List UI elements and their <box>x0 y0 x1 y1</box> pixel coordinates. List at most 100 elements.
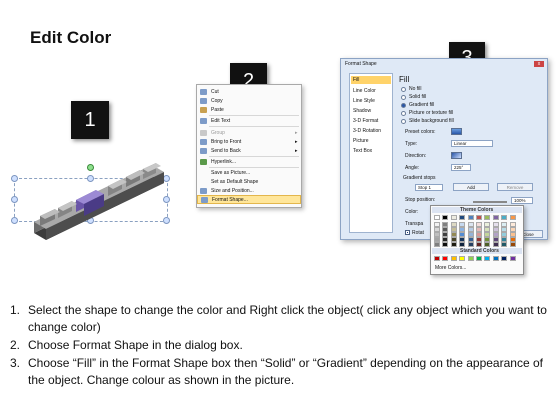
copy-icon <box>200 97 207 104</box>
selection-handle[interactable] <box>87 175 94 182</box>
group-icon <box>200 129 207 136</box>
step-number: 2. <box>10 338 21 352</box>
theme-shade-swatch[interactable] <box>459 242 466 247</box>
nav-item-fill[interactable]: Fill <box>353 77 359 83</box>
selection-handle[interactable] <box>163 217 170 224</box>
context-menu-item-set-default-shape[interactable]: Set as Default Shape <box>197 177 301 186</box>
selection-handle[interactable] <box>11 217 18 224</box>
context-menu-item-paste[interactable]: Paste <box>197 105 301 114</box>
radio-button[interactable] <box>401 94 406 100</box>
radio-button[interactable] <box>401 102 406 108</box>
radio-button[interactable] <box>401 110 406 116</box>
menu-item-label: Copy <box>211 97 223 104</box>
gradient-stops-label: Gradient stops <box>403 175 436 181</box>
menu-item-label: Save as Picture... <box>211 169 251 176</box>
rotate-with-shape-checkbox[interactable] <box>405 230 410 235</box>
standard-color-swatch[interactable] <box>509 256 516 261</box>
panel-heading: Fill <box>399 75 410 84</box>
nav-item-shadow[interactable]: Shadow <box>353 108 371 114</box>
theme-shade-swatch[interactable] <box>434 242 440 247</box>
context-menu-item-send-to-back[interactable]: Send to Back ▸ <box>197 146 301 155</box>
context-menu-item-cut[interactable]: Cut <box>197 87 301 96</box>
context-menu-item-save-as-picture[interactable]: Save as Picture... <box>197 168 301 177</box>
standard-color-swatch[interactable] <box>450 256 457 261</box>
clipboard-icon <box>200 106 207 113</box>
nav-item-picture[interactable]: Picture <box>353 138 369 144</box>
rotation-handle[interactable] <box>87 164 94 171</box>
stop-position-input[interactable]: 100% <box>511 197 533 204</box>
remove-stop-button[interactable]: Remove <box>497 183 533 191</box>
theme-color-swatch[interactable] <box>459 215 466 220</box>
standard-color-swatch[interactable] <box>476 256 482 261</box>
theme-color-swatch[interactable] <box>509 215 516 220</box>
theme-color-swatch[interactable] <box>476 215 482 220</box>
nav-item-3d-format[interactable]: 3-D Format <box>353 118 378 124</box>
standard-color-swatch[interactable] <box>484 256 491 261</box>
theme-shade-swatch[interactable] <box>484 242 491 247</box>
theme-color-swatch[interactable] <box>467 215 474 220</box>
nav-item-line-style[interactable]: Line Style <box>353 98 375 104</box>
theme-shade-swatch[interactable] <box>442 242 449 247</box>
selection-handle[interactable] <box>163 175 170 182</box>
context-menu-item-copy[interactable]: Copy <box>197 96 301 105</box>
context-menu-item-edit-text[interactable]: Edit Text <box>197 116 301 125</box>
scissors-icon <box>200 88 207 95</box>
nav-item-3d-rotation[interactable]: 3-D Rotation <box>353 128 381 134</box>
direction-button[interactable] <box>451 152 462 159</box>
globe-link-icon <box>200 158 207 165</box>
radio-slide-background-fill[interactable]: Slide background fill <box>401 118 454 124</box>
selection-handle[interactable] <box>163 196 170 203</box>
selection-box[interactable] <box>14 178 168 222</box>
theme-shade-swatch[interactable] <box>476 242 482 247</box>
radio-gradient-fill[interactable]: Gradient fill <box>401 102 434 108</box>
stop-select[interactable]: Stop 1 <box>415 184 443 191</box>
page-title: Edit Color <box>30 28 112 47</box>
stop-position-slider[interactable] <box>473 201 507 203</box>
standard-color-swatch[interactable] <box>442 256 449 261</box>
theme-color-swatch[interactable] <box>501 215 508 220</box>
selection-handle[interactable] <box>87 217 94 224</box>
selection-handle[interactable] <box>11 196 18 203</box>
theme-shade-swatch[interactable] <box>467 242 474 247</box>
standard-color-swatch[interactable] <box>459 256 466 261</box>
standard-color-swatch[interactable] <box>492 256 499 261</box>
radio-button[interactable] <box>401 118 406 124</box>
radio-button[interactable] <box>401 86 406 92</box>
standard-color-swatch[interactable] <box>467 256 474 261</box>
radio-no-fill[interactable]: No fill <box>401 86 422 92</box>
theme-color-swatch[interactable] <box>434 215 440 220</box>
theme-shade-swatch[interactable] <box>492 242 499 247</box>
context-menu-item-bring-to-front[interactable]: Bring to Front ▸ <box>197 137 301 146</box>
theme-shade-swatch[interactable] <box>450 242 457 247</box>
send-to-back-icon <box>200 147 207 154</box>
nav-item-text-box[interactable]: Text Box <box>353 148 372 154</box>
nav-item-line-color[interactable]: Line Color <box>353 88 376 94</box>
close-icon[interactable]: x <box>534 61 544 67</box>
angle-input[interactable]: 225° <box>451 164 471 171</box>
standard-color-swatch[interactable] <box>434 256 440 261</box>
radio-picture-fill[interactable]: Picture or texture fill <box>401 110 453 116</box>
context-menu-item-format-shape[interactable]: Format Shape... <box>197 195 301 204</box>
more-colors-link[interactable]: More Colors... <box>435 265 466 271</box>
preset-colors-button[interactable] <box>451 128 462 135</box>
menu-item-label: Send to Back <box>211 147 241 154</box>
theme-color-swatch[interactable] <box>442 215 449 220</box>
submenu-arrow-icon: ▸ <box>295 129 298 136</box>
theme-color-swatch[interactable] <box>450 215 457 220</box>
theme-color-swatch[interactable] <box>492 215 499 220</box>
context-menu-item-hyperlink[interactable]: Hyperlink... <box>197 157 301 166</box>
dialog-nav: Fill Line Color Line Style Shadow 3-D Fo… <box>349 73 393 233</box>
angle-label: Angle: <box>405 165 420 171</box>
type-label: Type: <box>405 141 418 147</box>
type-select[interactable]: Linear <box>451 140 493 147</box>
theme-color-swatch[interactable] <box>484 215 491 220</box>
context-menu-item-size-and-position[interactable]: Size and Position... <box>197 186 301 195</box>
theme-shade-swatch[interactable] <box>501 242 508 247</box>
add-stop-button[interactable]: Add <box>453 183 489 191</box>
standard-color-swatch[interactable] <box>501 256 508 261</box>
radio-solid-fill[interactable]: Solid fill <box>401 94 426 100</box>
context-menu-item-group[interactable]: Group ▸ <box>197 128 301 137</box>
theme-shade-swatch[interactable] <box>509 242 516 247</box>
rotate-with-shape-label: Rotat <box>412 230 424 236</box>
selection-handle[interactable] <box>11 175 18 182</box>
